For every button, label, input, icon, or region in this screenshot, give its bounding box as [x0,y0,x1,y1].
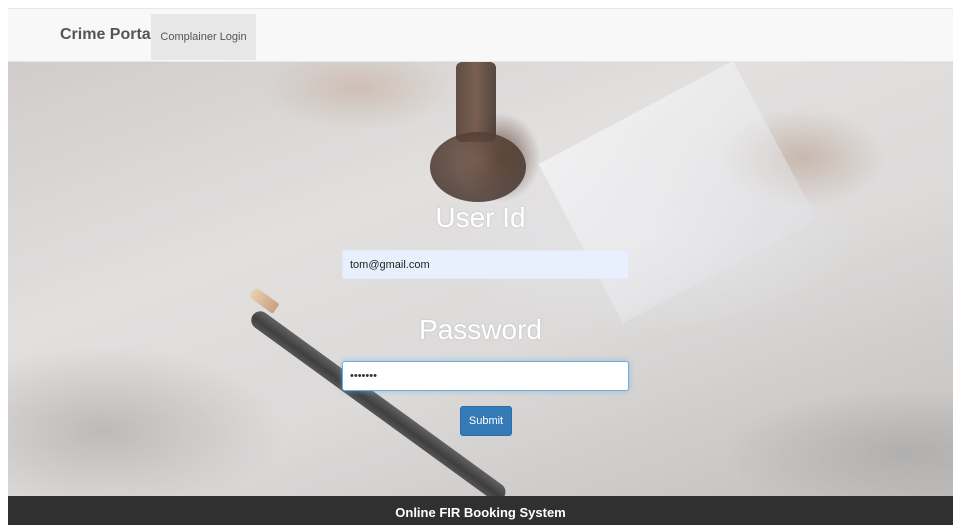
brand-link[interactable]: Crime Portal [60,9,155,61]
footer-text: Online FIR Booking System [395,505,566,520]
page: Crime Portal Complainer Login User Id Pa… [0,0,953,525]
user-id-label: User Id [435,202,526,233]
submit-button[interactable]: Submit [460,406,512,436]
password-label: Password [419,314,542,345]
footer: Online FIR Booking System [8,496,953,525]
nav-complainer-login[interactable]: Complainer Login [151,14,256,60]
user-id-input[interactable] [342,250,629,279]
login-hero: User Id Password Submit [8,62,953,496]
navbar: Crime Portal Complainer Login [8,8,953,62]
password-input[interactable] [342,361,629,391]
